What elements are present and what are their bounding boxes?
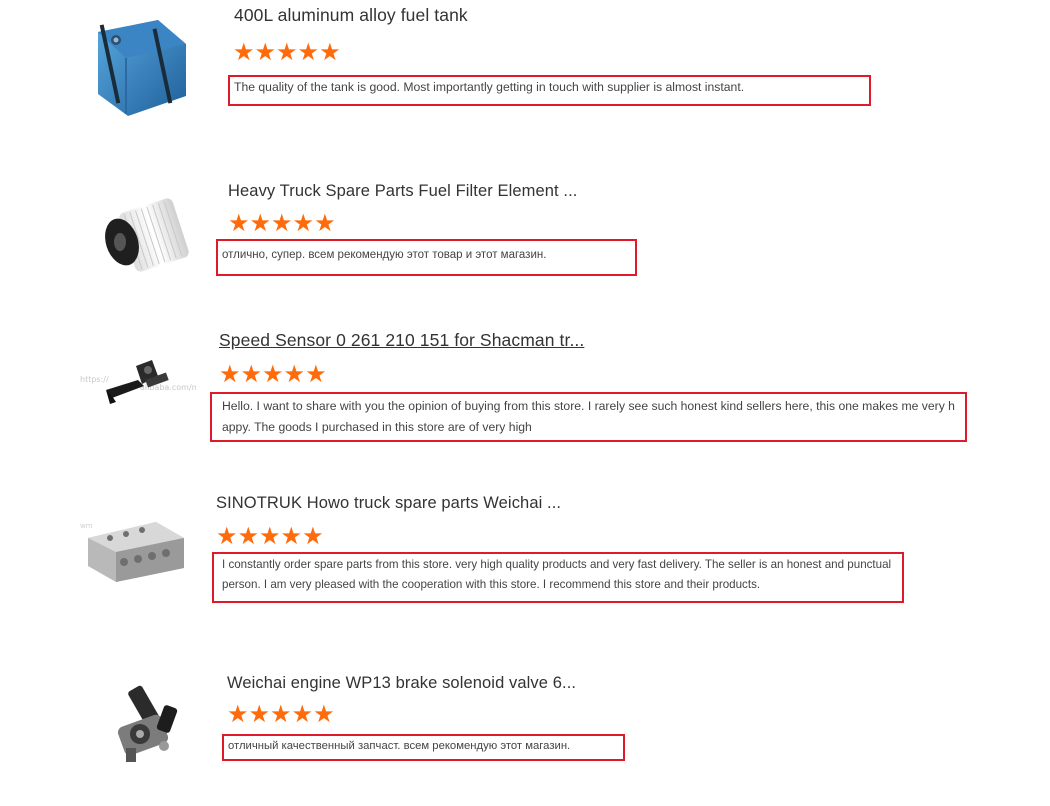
solenoid-valve-image[interactable] bbox=[106, 676, 194, 772]
star-icon: ★ bbox=[249, 209, 272, 237]
star-icon: ★ bbox=[262, 360, 284, 388]
star-icon: ★ bbox=[271, 209, 293, 237]
fuel-tank-image[interactable] bbox=[86, 14, 194, 122]
star-icon: ★ bbox=[270, 700, 292, 728]
star-icon: ★ bbox=[228, 209, 250, 237]
star-icon: ★ bbox=[233, 38, 255, 66]
star-icon: ★ bbox=[240, 360, 263, 388]
star-icon: ★ bbox=[254, 38, 277, 66]
review-text-highlight: отличный качественный запчаст. всем реко… bbox=[222, 734, 625, 761]
star-icon: ★ bbox=[314, 209, 336, 237]
product-title[interactable]: Weichai engine WP13 brake solenoid valve… bbox=[227, 674, 576, 693]
star-icon: ★ bbox=[237, 522, 260, 550]
star-icon: ★ bbox=[219, 360, 241, 388]
review-text-highlight: The quality of the tank is good. Most im… bbox=[228, 75, 871, 106]
star-icon: ★ bbox=[283, 360, 306, 388]
star-icon: ★ bbox=[297, 38, 320, 66]
star-icon: ★ bbox=[291, 700, 314, 728]
cylinder-head-image[interactable]: wm bbox=[80, 516, 190, 584]
star-icon: ★ bbox=[276, 38, 298, 66]
star-icon: ★ bbox=[227, 700, 249, 728]
svg-text:https://: https:// bbox=[80, 375, 109, 384]
product-title-link[interactable]: Speed Sensor 0 261 210 151 for Shacman t… bbox=[219, 330, 584, 351]
star-rating: ★★★★★ bbox=[219, 362, 327, 386]
review-text: The quality of the tank is good. Most im… bbox=[234, 80, 745, 94]
star-rating: ★★★★★ bbox=[228, 211, 336, 235]
review-text: отличный качественный запчаст. всем реко… bbox=[228, 740, 571, 752]
star-rating: ★★★★★ bbox=[227, 702, 335, 726]
star-icon: ★ bbox=[305, 360, 327, 388]
review-text: Hello. I want to share with you the opin… bbox=[222, 399, 955, 434]
review-text: I constantly order spare parts from this… bbox=[222, 558, 892, 591]
star-rating: ★★★★★ bbox=[216, 524, 324, 548]
star-icon: ★ bbox=[259, 522, 281, 550]
star-icon: ★ bbox=[313, 700, 335, 728]
product-title[interactable]: Heavy Truck Spare Parts Fuel Filter Elem… bbox=[228, 182, 577, 201]
star-rating: ★★★★★ bbox=[233, 40, 341, 64]
star-icon: ★ bbox=[248, 700, 271, 728]
star-icon: ★ bbox=[216, 522, 238, 550]
star-icon: ★ bbox=[292, 209, 315, 237]
star-icon: ★ bbox=[302, 522, 324, 550]
fuel-filter-image[interactable] bbox=[96, 196, 192, 276]
star-icon: ★ bbox=[319, 38, 341, 66]
review-text-highlight: отлично, супер. всем рекомендую этот тов… bbox=[216, 239, 637, 276]
product-title[interactable]: 400L aluminum alloy fuel tank bbox=[234, 5, 468, 26]
review-text-highlight: I constantly order spare parts from this… bbox=[212, 552, 904, 603]
star-icon: ★ bbox=[280, 522, 303, 550]
speed-sensor-image[interactable]: https:// alibaba.com/m bbox=[78, 346, 196, 418]
product-title[interactable]: SINOTRUK Howo truck spare parts Weichai … bbox=[216, 494, 561, 513]
svg-text:wm: wm bbox=[80, 522, 93, 530]
review-text-highlight: Hello. I want to share with you the opin… bbox=[210, 392, 967, 442]
review-text: отлично, супер. всем рекомендую этот тов… bbox=[222, 249, 547, 261]
